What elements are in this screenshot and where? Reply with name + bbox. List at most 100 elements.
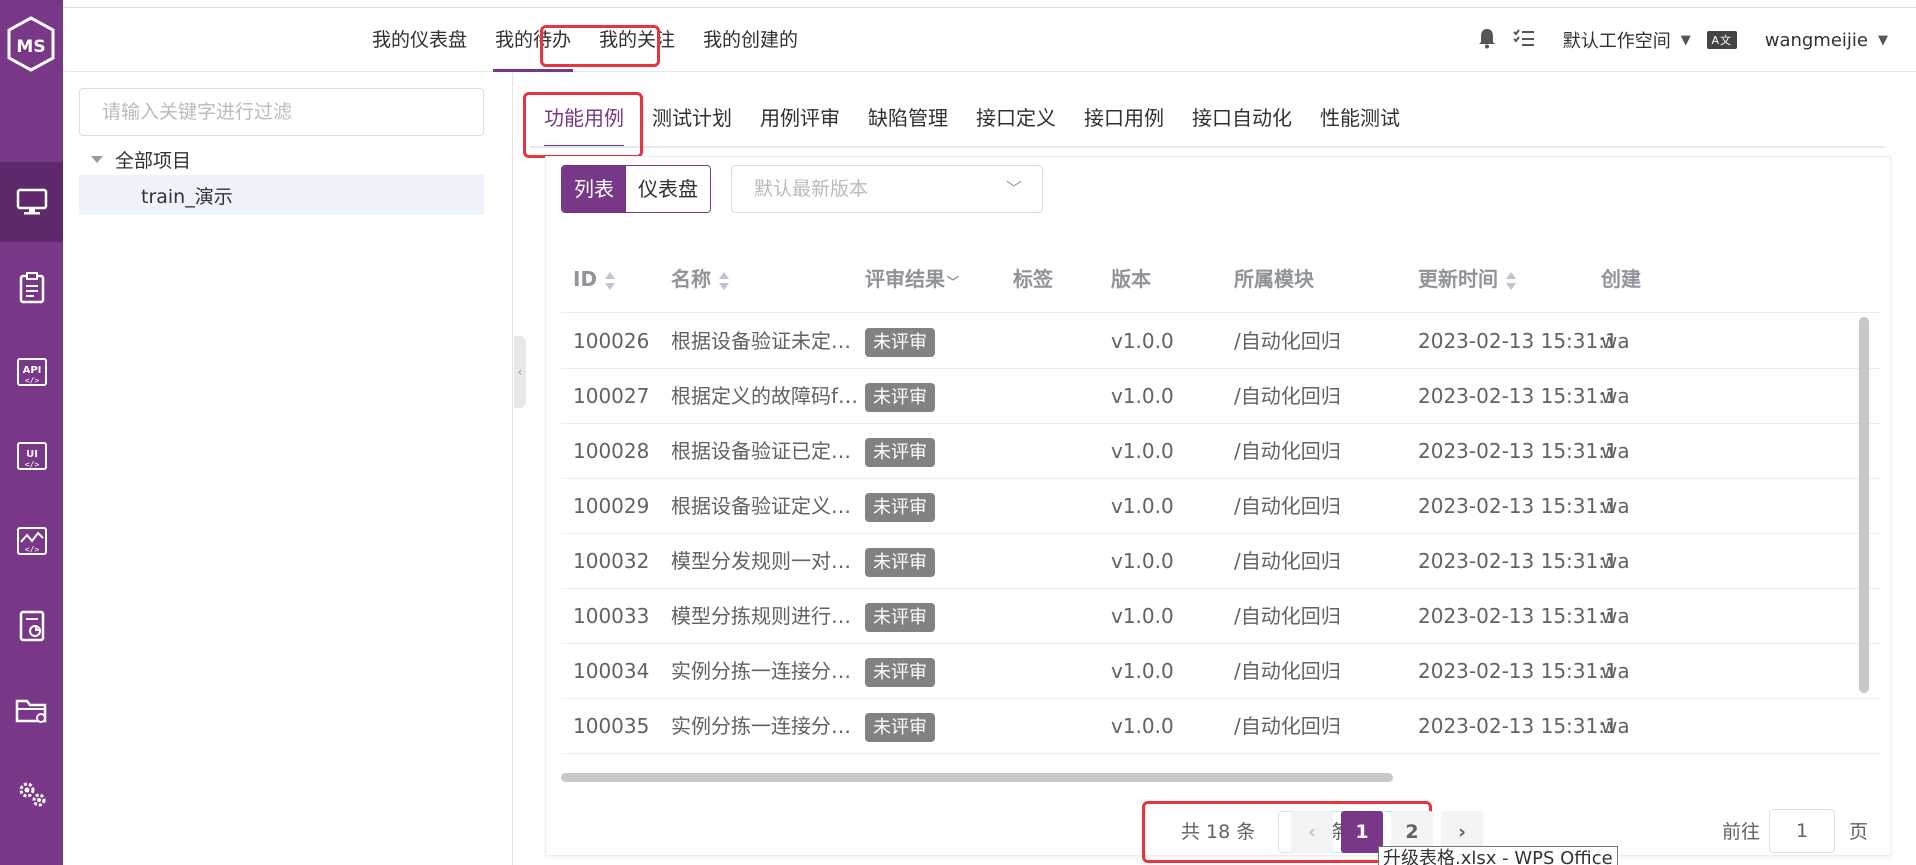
caret-down-icon: ▼ [1878, 32, 1888, 48]
review-status-badge: 未评审 [865, 328, 935, 357]
header-right: 默认工作空间 ▼ A文 wangmeijie ▼ [1477, 8, 1888, 72]
settings-icon [15, 779, 49, 809]
col-updated[interactable]: 更新时间 [1418, 245, 1516, 313]
sort-icon[interactable] [1506, 271, 1516, 291]
prev-page-button[interactable]: ‹ [1291, 811, 1333, 853]
col-label: 更新时间 [1418, 267, 1498, 291]
table-row[interactable]: 100034 实例分拣一连接分… 未评审 v1.0.0/自动化回归 2023-02-13… [561, 644, 1881, 699]
cell-version: v1.0.0 [1111, 494, 1174, 518]
project-icon [15, 695, 49, 725]
cell-name[interactable]: 根据设备验证已定… [671, 424, 859, 479]
bell-icon[interactable] [1477, 27, 1497, 54]
table-row[interactable]: 100029 根据设备验证定义… 未评审 v1.0.0/自动化回归 2023-02-13… [561, 479, 1881, 534]
view-dashboard-button[interactable]: 仪表盘 [626, 166, 710, 212]
cell-id: 100033 [573, 604, 650, 628]
rail-project[interactable] [0, 670, 63, 750]
tab-defects[interactable]: 缺陷管理 [854, 90, 962, 146]
table-row[interactable]: 100026 根据设备验证未定… 未评审 v1.0.0/自动化回归 2023-02-13… [561, 314, 1881, 369]
rail-workbench[interactable] [0, 162, 63, 242]
top-tab-dashboard[interactable]: 我的仪表盘 [358, 8, 481, 72]
cell-creator: wa [1601, 494, 1630, 518]
report-icon [18, 610, 46, 642]
language-switch-icon[interactable]: A文 [1706, 31, 1737, 49]
svg-text:MS: MS [16, 37, 45, 57]
cell-name[interactable]: 根据设备验证定义… [671, 479, 859, 534]
user-name: wangmeijie [1764, 29, 1868, 51]
page-button-1[interactable]: 1 [1341, 811, 1383, 853]
tab-test-plan[interactable]: 测试计划 [638, 90, 746, 146]
cell-creator: wa [1601, 549, 1630, 573]
review-status-badge: 未评审 [865, 383, 935, 412]
user-menu[interactable]: wangmeijie ▼ [1765, 30, 1888, 51]
col-tag: 标签 [1013, 267, 1053, 291]
table-row[interactable]: 100027 根据定义的故障码f… 未评审 v1.0.0/自动化回归 2023-02-1… [561, 369, 1881, 424]
top-tab-created[interactable]: 我的创建的 [689, 8, 812, 72]
horizontal-scrollbar[interactable] [561, 773, 1393, 782]
table-row[interactable]: 100032 模型分发规则一对… 未评审 v1.0.0/自动化回归 2023-02-13… [561, 534, 1881, 589]
svg-text:</>: </> [24, 545, 39, 554]
col-review[interactable]: 评审结果 ﹀ [865, 245, 959, 313]
rail-ui[interactable]: UI </> [0, 417, 63, 497]
cell-name[interactable]: 实例分拣一连接分… [671, 699, 859, 754]
app-logo[interactable]: MS [6, 16, 56, 72]
tree-node-project[interactable]: train_演示 [79, 175, 484, 215]
cell-name[interactable]: 模型分拣规则进行… [671, 589, 859, 644]
vertical-scrollbar[interactable] [1859, 317, 1869, 693]
table-row[interactable]: 100028 根据设备验证已定… 未评审 v1.0.0/自动化回归 2023-02-13… [561, 424, 1881, 479]
tab-api-cases[interactable]: 接口用例 [1070, 90, 1178, 146]
task-list-icon[interactable] [1513, 28, 1535, 53]
review-status-badge: 未评审 [865, 658, 935, 687]
review-status-badge: 未评审 [865, 493, 935, 522]
cell-tag [1013, 424, 1103, 479]
table-row[interactable]: 100035 实例分拣一连接分… 未评审 v1.0.0/自动化回归 2023-02-13… [561, 699, 1881, 754]
rail-track[interactable] [0, 248, 63, 328]
sort-icon[interactable] [719, 271, 729, 291]
cell-version: v1.0.0 [1111, 439, 1174, 463]
rail-settings[interactable] [0, 754, 63, 834]
rail-performance[interactable]: </> [0, 502, 63, 582]
cell-tag [1013, 369, 1103, 424]
expand-triangle-icon[interactable] [91, 155, 103, 163]
cell-module: /自动化回归 [1234, 549, 1341, 573]
review-status-badge: 未评审 [865, 438, 935, 467]
sort-icon[interactable] [605, 271, 616, 291]
goto-page-input[interactable]: 1 [1769, 809, 1835, 853]
cell-creator: wa [1601, 439, 1630, 463]
panel-collapse-handle[interactable]: ‹ [514, 336, 526, 408]
view-list-button[interactable]: 列表 [562, 166, 626, 212]
tab-performance[interactable]: 性能测试 [1306, 90, 1414, 146]
col-label: 评审结果 [865, 267, 945, 291]
version-select[interactable]: 默认最新版本 ﹀ [731, 165, 1043, 213]
cell-name[interactable]: 实例分拣一连接分… [671, 644, 859, 699]
taskbar-tooltip: 升级表格.xlsx - WPS Office [1378, 846, 1618, 865]
col-id[interactable]: ID [573, 245, 616, 313]
cell-creator: wa [1601, 384, 1630, 408]
workspace-select[interactable]: 默认工作空间 ▼ [1563, 27, 1691, 53]
case-list-card: 列表 仪表盘 默认最新版本 ﹀ ID 名称 评审结果 ﹀ 标签 版本 所属模块 更… [545, 156, 1891, 863]
tree-filter-input[interactable]: 请输入关键字进行过滤 [79, 88, 484, 136]
table-row[interactable]: 100033 模型分拣规则进行… 未评审 v1.0.0/自动化回归 2023-02-13… [561, 589, 1881, 644]
chevron-down-icon: ﹀ [1005, 179, 1022, 198]
filter-chevron-icon[interactable]: ﹀ [947, 275, 959, 289]
clipboard-icon [18, 272, 46, 304]
cell-name[interactable]: 根据定义的故障码f… [671, 369, 859, 424]
tab-case-review[interactable]: 用例评审 [746, 90, 854, 146]
tree-node-all-projects[interactable]: 全部项目 [87, 139, 191, 179]
col-name[interactable]: 名称 [671, 245, 729, 313]
caret-down-icon: ▼ [1680, 32, 1691, 48]
cell-version: v1.0.0 [1111, 659, 1174, 683]
cell-id: 100027 [573, 384, 650, 408]
rail-api[interactable]: API </> [0, 333, 63, 413]
cell-id: 100034 [573, 659, 650, 683]
tab-api-definition[interactable]: 接口定义 [962, 90, 1070, 146]
tab-api-automation[interactable]: 接口自动化 [1178, 90, 1306, 146]
cell-name[interactable]: 根据设备验证未定… [671, 314, 859, 369]
col-version: 版本 [1111, 267, 1151, 291]
rail-report[interactable] [0, 586, 63, 666]
svg-text:API: API [22, 365, 41, 376]
goto-label: 前往 [1722, 821, 1761, 843]
svg-text:</>: </> [24, 376, 39, 385]
performance-icon: </> [16, 526, 48, 558]
cell-name[interactable]: 模型分发规则一对… [671, 534, 859, 589]
cell-module: /自动化回归 [1234, 494, 1341, 518]
